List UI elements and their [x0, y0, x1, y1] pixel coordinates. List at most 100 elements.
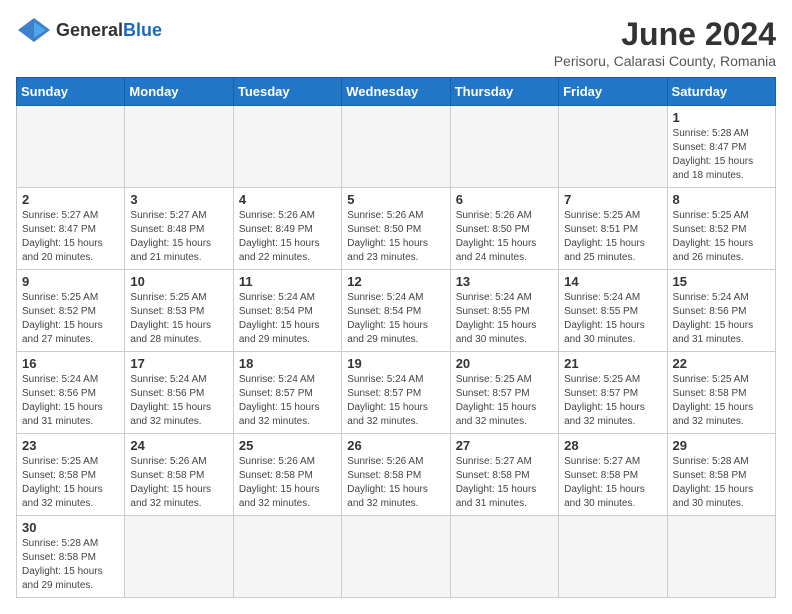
week-row-2: 2Sunrise: 5:27 AMSunset: 8:47 PMDaylight… [17, 188, 776, 270]
calendar-cell [233, 516, 341, 598]
calendar-cell: 1 Sunrise: 5:28 AMSunset: 8:47 PMDaylight… [667, 106, 775, 188]
day-info: Sunrise: 5:25 AMSunset: 8:52 PMDaylight:… [673, 209, 770, 265]
day-header-friday: Friday [559, 78, 667, 106]
day-number: 12 [347, 274, 444, 289]
logo-icon [16, 16, 52, 44]
day-number: 17 [130, 356, 227, 371]
week-row-6: 30 Sunrise: 5:28 AMSunset: 8:58 PMDayligh… [17, 516, 776, 598]
calendar-cell [233, 106, 341, 188]
calendar-title: June 2024 [554, 16, 776, 53]
day-info: Sunrise: 5:28 AMSunset: 8:58 PMDaylight:… [22, 537, 119, 593]
calendar-cell: 24 Sunrise: 5:26 AMSunset: 8:58 PMDayligh… [125, 434, 233, 516]
logo-general-text: General [56, 20, 123, 40]
calendar-cell: 16 Sunrise: 5:24 AMSunset: 8:56 PMDayligh… [17, 352, 125, 434]
calendar-cell: 23 Sunrise: 5:25 AMSunset: 8:58 PMDayligh… [17, 434, 125, 516]
day-info: Sunrise: 5:24 AMSunset: 8:56 PMDaylight:… [673, 291, 770, 347]
calendar-cell: 22Sunrise: 5:25 AMSunset: 8:58 PMDayligh… [667, 352, 775, 434]
day-number: 5 [347, 192, 444, 207]
day-number: 7 [564, 192, 661, 207]
day-header-wednesday: Wednesday [342, 78, 450, 106]
calendar-cell [559, 516, 667, 598]
day-info: Sunrise: 5:24 AMSunset: 8:56 PMDaylight:… [130, 373, 227, 429]
day-number: 30 [22, 520, 119, 535]
day-number: 13 [456, 274, 553, 289]
day-number: 14 [564, 274, 661, 289]
day-number: 1 [673, 110, 770, 125]
day-number: 18 [239, 356, 336, 371]
day-number: 25 [239, 438, 336, 453]
calendar-cell: 8 Sunrise: 5:25 AMSunset: 8:52 PMDaylight… [667, 188, 775, 270]
day-number: 21 [564, 356, 661, 371]
day-number: 19 [347, 356, 444, 371]
week-row-5: 23 Sunrise: 5:25 AMSunset: 8:58 PMDayligh… [17, 434, 776, 516]
day-info: Sunrise: 5:27 AMSunset: 8:48 PMDaylight:… [130, 209, 227, 265]
day-info: Sunrise: 5:26 AMSunset: 8:49 PMDaylight:… [239, 209, 336, 265]
day-info: Sunrise: 5:24 AMSunset: 8:55 PMDaylight:… [456, 291, 553, 347]
day-number: 4 [239, 192, 336, 207]
header-row: SundayMondayTuesdayWednesdayThursdayFrid… [17, 78, 776, 106]
day-info: Sunrise: 5:26 AMSunset: 8:50 PMDaylight:… [456, 209, 553, 265]
calendar-header: SundayMondayTuesdayWednesdayThursdayFrid… [17, 78, 776, 106]
day-number: 15 [673, 274, 770, 289]
day-number: 23 [22, 438, 119, 453]
logo-blue-text: Blue [123, 20, 162, 40]
day-info: Sunrise: 5:26 AMSunset: 8:58 PMDaylight:… [130, 455, 227, 511]
calendar-cell: 7 Sunrise: 5:25 AMSunset: 8:51 PMDaylight… [559, 188, 667, 270]
calendar-cell: 11Sunrise: 5:24 AMSunset: 8:54 PMDayligh… [233, 270, 341, 352]
calendar-cell: 4 Sunrise: 5:26 AMSunset: 8:49 PMDaylight… [233, 188, 341, 270]
day-info: Sunrise: 5:28 AMSunset: 8:47 PMDaylight:… [673, 127, 770, 183]
calendar-cell: 17 Sunrise: 5:24 AMSunset: 8:56 PMDayligh… [125, 352, 233, 434]
calendar-cell [559, 106, 667, 188]
day-number: 8 [673, 192, 770, 207]
calendar-cell [667, 516, 775, 598]
calendar-cell: 19Sunrise: 5:24 AMSunset: 8:57 PMDayligh… [342, 352, 450, 434]
calendar-cell: 14Sunrise: 5:24 AMSunset: 8:55 PMDayligh… [559, 270, 667, 352]
day-info: Sunrise: 5:25 AMSunset: 8:57 PMDaylight:… [564, 373, 661, 429]
day-info: Sunrise: 5:27 AMSunset: 8:58 PMDaylight:… [456, 455, 553, 511]
day-number: 16 [22, 356, 119, 371]
day-number: 28 [564, 438, 661, 453]
calendar-cell: 3 Sunrise: 5:27 AMSunset: 8:48 PMDaylight… [125, 188, 233, 270]
day-number: 24 [130, 438, 227, 453]
calendar-cell: 13 Sunrise: 5:24 AMSunset: 8:55 PMDayligh… [450, 270, 558, 352]
day-info: Sunrise: 5:25 AMSunset: 8:52 PMDaylight:… [22, 291, 119, 347]
calendar-table: SundayMondayTuesdayWednesdayThursdayFrid… [16, 77, 776, 598]
calendar-cell: 28 Sunrise: 5:27 AMSunset: 8:58 PMDayligh… [559, 434, 667, 516]
day-info: Sunrise: 5:25 AMSunset: 8:58 PMDaylight:… [22, 455, 119, 511]
calendar-cell [125, 106, 233, 188]
day-number: 26 [347, 438, 444, 453]
calendar-cell: 30 Sunrise: 5:28 AMSunset: 8:58 PMDayligh… [17, 516, 125, 598]
calendar-cell: 15 Sunrise: 5:24 AMSunset: 8:56 PMDayligh… [667, 270, 775, 352]
calendar-subtitle: Perisoru, Calarasi County, Romania [554, 53, 776, 69]
week-row-1: 1 Sunrise: 5:28 AMSunset: 8:47 PMDaylight… [17, 106, 776, 188]
day-info: Sunrise: 5:28 AMSunset: 8:58 PMDaylight:… [673, 455, 770, 511]
day-header-thursday: Thursday [450, 78, 558, 106]
header: GeneralBlue June 2024 Perisoru, Calarasi… [16, 16, 776, 69]
day-number: 11 [239, 274, 336, 289]
title-area: June 2024 Perisoru, Calarasi County, Rom… [554, 16, 776, 69]
calendar-cell [342, 106, 450, 188]
calendar-cell [125, 516, 233, 598]
week-row-3: 9Sunrise: 5:25 AMSunset: 8:52 PMDaylight… [17, 270, 776, 352]
day-info: Sunrise: 5:24 AMSunset: 8:56 PMDaylight:… [22, 373, 119, 429]
calendar-cell [17, 106, 125, 188]
day-info: Sunrise: 5:27 AMSunset: 8:58 PMDaylight:… [564, 455, 661, 511]
week-row-4: 16 Sunrise: 5:24 AMSunset: 8:56 PMDayligh… [17, 352, 776, 434]
day-info: Sunrise: 5:25 AMSunset: 8:51 PMDaylight:… [564, 209, 661, 265]
day-number: 10 [130, 274, 227, 289]
day-info: Sunrise: 5:24 AMSunset: 8:57 PMDaylight:… [239, 373, 336, 429]
day-header-monday: Monday [125, 78, 233, 106]
day-info: Sunrise: 5:25 AMSunset: 8:58 PMDaylight:… [673, 373, 770, 429]
day-info: Sunrise: 5:25 AMSunset: 8:53 PMDaylight:… [130, 291, 227, 347]
calendar-cell: 27Sunrise: 5:27 AMSunset: 8:58 PMDayligh… [450, 434, 558, 516]
day-info: Sunrise: 5:26 AMSunset: 8:58 PMDaylight:… [347, 455, 444, 511]
calendar-cell: 29Sunrise: 5:28 AMSunset: 8:58 PMDayligh… [667, 434, 775, 516]
calendar-cell: 6Sunrise: 5:26 AMSunset: 8:50 PMDaylight… [450, 188, 558, 270]
calendar-cell: 21 Sunrise: 5:25 AMSunset: 8:57 PMDayligh… [559, 352, 667, 434]
day-info: Sunrise: 5:26 AMSunset: 8:58 PMDaylight:… [239, 455, 336, 511]
calendar-cell: 18 Sunrise: 5:24 AMSunset: 8:57 PMDayligh… [233, 352, 341, 434]
day-number: 3 [130, 192, 227, 207]
day-header-saturday: Saturday [667, 78, 775, 106]
calendar-cell [342, 516, 450, 598]
day-info: Sunrise: 5:25 AMSunset: 8:57 PMDaylight:… [456, 373, 553, 429]
